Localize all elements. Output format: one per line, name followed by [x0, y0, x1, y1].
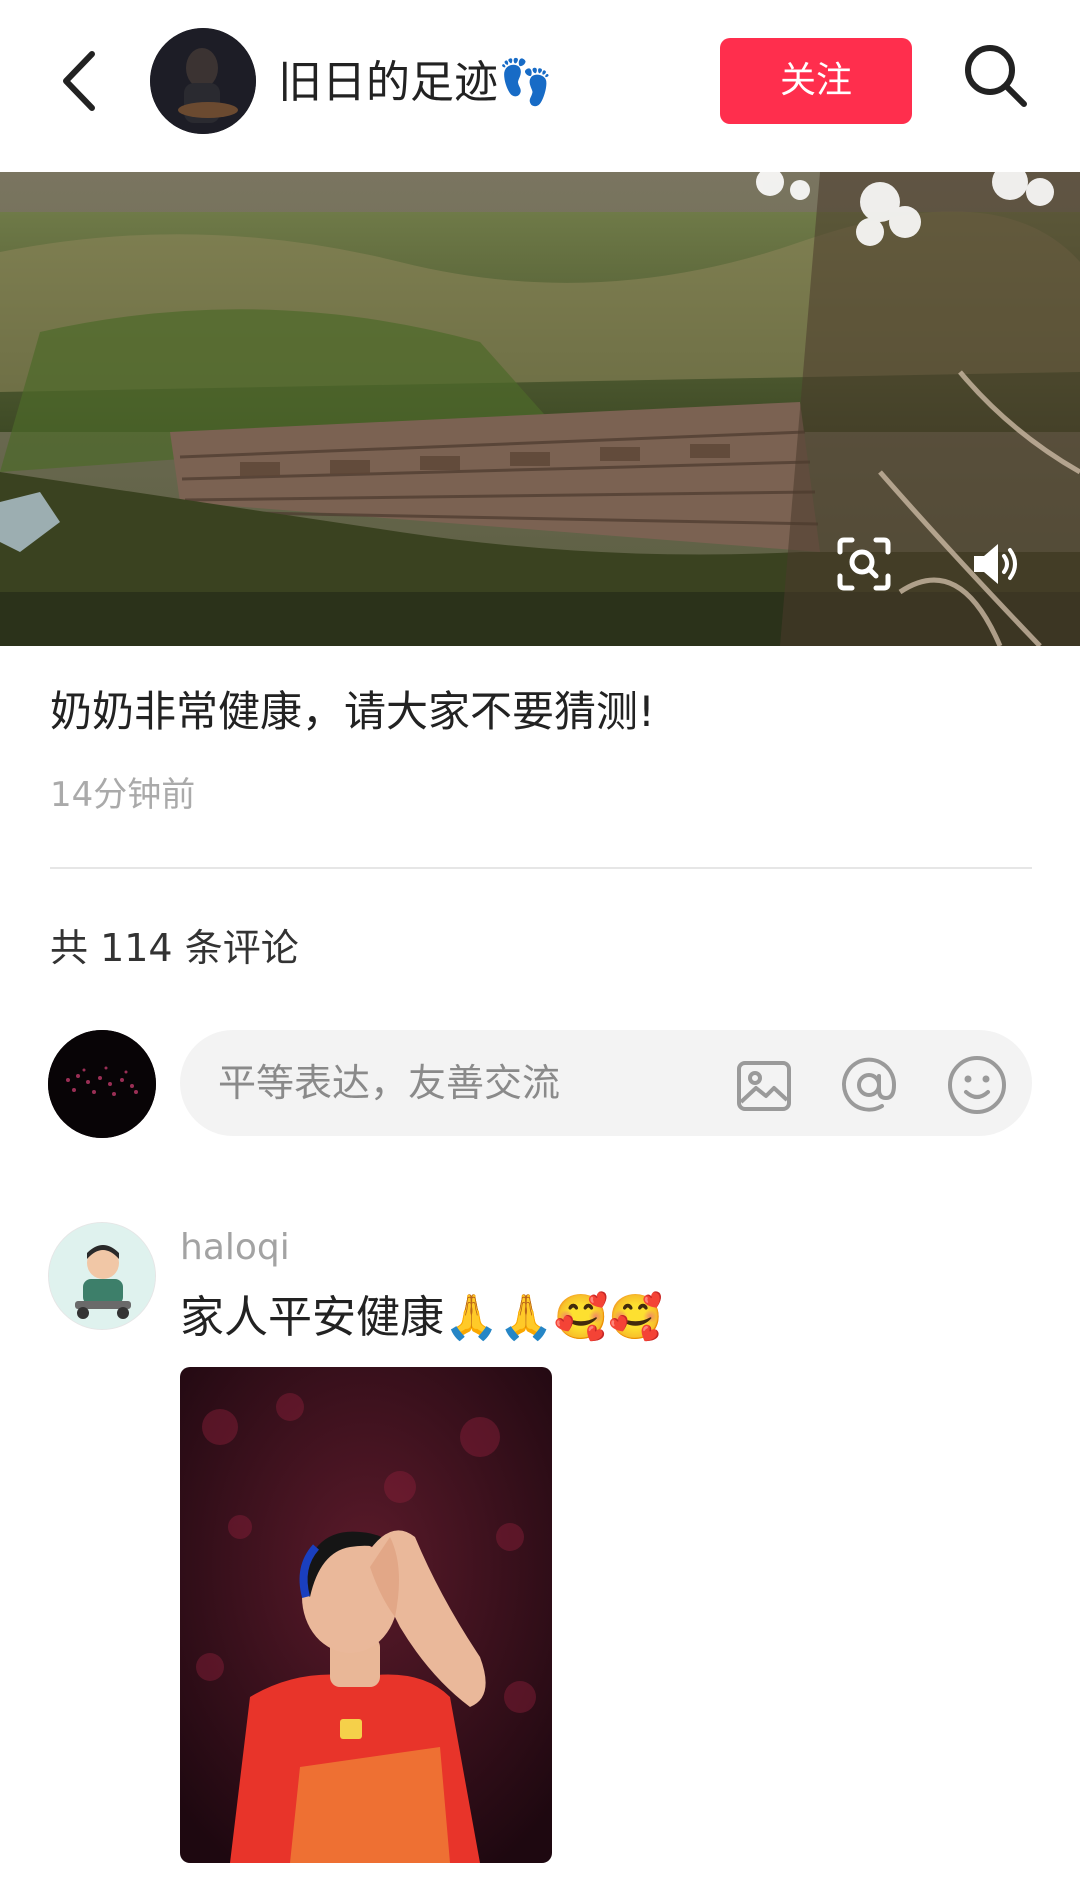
back-button[interactable]	[52, 46, 112, 116]
post-time: 14分钟前	[50, 775, 196, 815]
search-button[interactable]	[960, 40, 1032, 112]
scan-button[interactable]	[836, 536, 892, 592]
post-title: 奶奶非常健康，请大家不要猜测!	[50, 687, 655, 736]
search-icon	[965, 45, 1027, 107]
insert-image-button[interactable]	[734, 1056, 794, 1116]
volume-button[interactable]	[970, 538, 1022, 590]
comment-input-placeholder: 平等表达，友善交流	[218, 1061, 561, 1105]
commenter-username[interactable]: haloqi	[180, 1222, 290, 1274]
current-user-avatar[interactable]	[48, 1030, 156, 1138]
emoji-icon	[948, 1056, 1006, 1114]
comment-image[interactable]	[180, 1367, 552, 1863]
at-icon	[842, 1057, 897, 1112]
image-icon	[737, 1061, 791, 1111]
back-arrow-icon	[63, 51, 95, 111]
mention-button[interactable]	[838, 1054, 900, 1116]
video-frame	[0, 172, 1080, 646]
video-player[interactable]	[0, 172, 1080, 646]
scan-icon	[837, 537, 891, 591]
author-avatar[interactable]	[150, 28, 256, 134]
comment-count: 共 114 条评论	[50, 926, 299, 970]
commenter-avatar[interactable]	[48, 1222, 156, 1330]
follow-button[interactable]: 关注	[720, 38, 912, 124]
divider	[50, 867, 1032, 869]
volume-icon	[974, 544, 1017, 584]
author-name[interactable]: 旧日的足迹👣	[278, 48, 553, 118]
emoji-button[interactable]	[946, 1054, 1008, 1116]
comment-text: 家人平安健康🙏🙏🥰🥰	[180, 1292, 664, 1343]
